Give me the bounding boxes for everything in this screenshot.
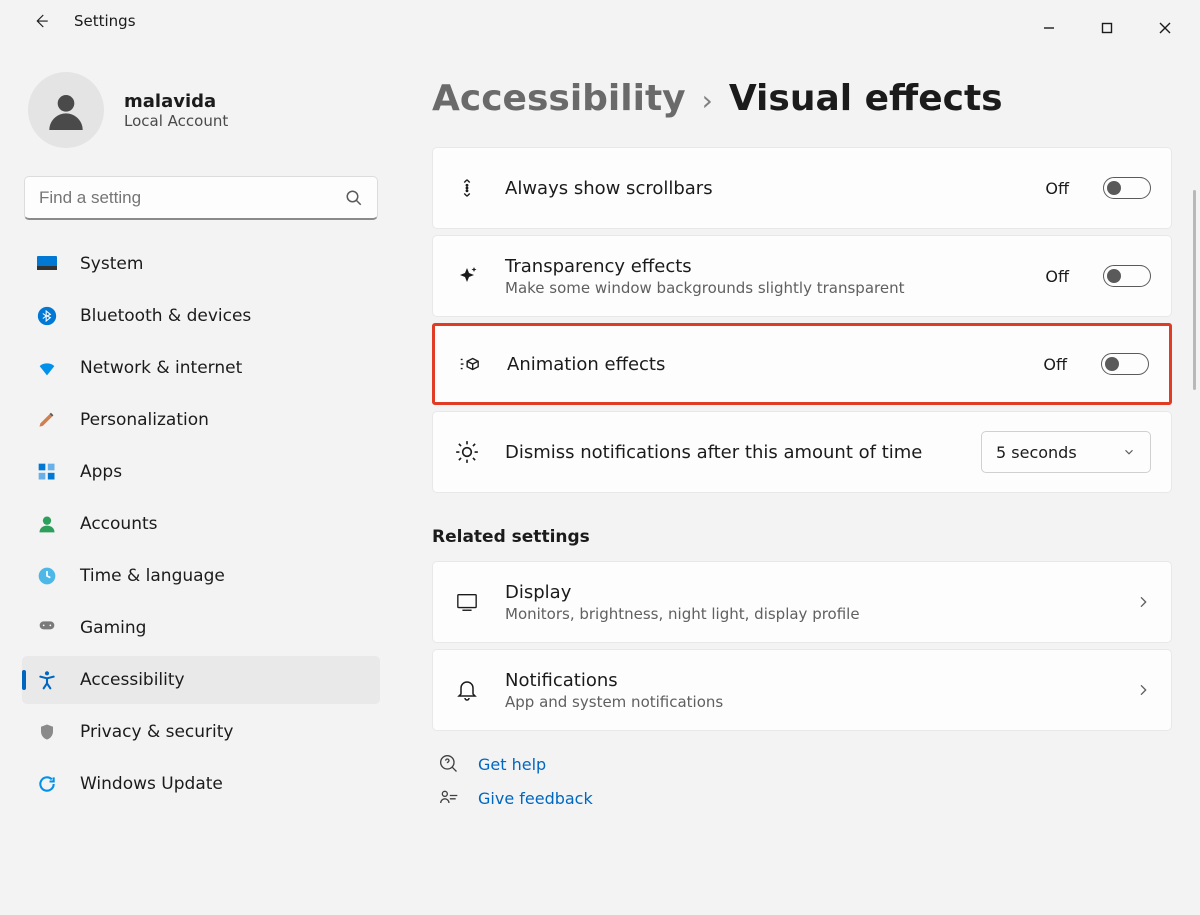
footer-links: Get help Give feedback	[432, 753, 1172, 809]
chevron-down-icon	[1122, 445, 1136, 459]
animation-icon	[455, 350, 483, 378]
system-icon	[36, 253, 58, 275]
nav-item-label: Network & internet	[80, 358, 242, 378]
related-settings-heading: Related settings	[432, 527, 1172, 547]
setting-animation-title: Animation effects	[507, 354, 1019, 375]
nav-item-privacy[interactable]: Privacy & security	[22, 708, 380, 756]
nav-item-gaming[interactable]: Gaming	[22, 604, 380, 652]
nav-item-label: System	[80, 254, 143, 274]
nav-item-label: Personalization	[80, 410, 209, 430]
related-display-title: Display	[505, 582, 1111, 603]
update-icon	[36, 773, 58, 795]
nav-item-label: Accounts	[80, 514, 158, 534]
scrollbar[interactable]	[1193, 190, 1196, 390]
help-icon	[438, 753, 460, 775]
related-notifications-sub: App and system notifications	[505, 693, 1111, 711]
notification-duration-dropdown[interactable]: 5 seconds	[981, 431, 1151, 473]
clock-globe-icon	[36, 565, 58, 587]
nav-item-label: Gaming	[80, 618, 146, 638]
related-notifications[interactable]: Notifications App and system notificatio…	[432, 649, 1172, 731]
nav-item-accounts[interactable]: Accounts	[22, 500, 380, 548]
search-input[interactable]	[39, 188, 345, 208]
get-help-link[interactable]: Get help	[438, 753, 1172, 775]
apps-icon	[36, 461, 58, 483]
nav-item-label: Time & language	[80, 566, 225, 586]
related-display-sub: Monitors, brightness, night light, displ…	[505, 605, 1111, 623]
account-name: malavida	[124, 91, 228, 112]
nav-item-label: Accessibility	[80, 670, 185, 690]
sparkle-icon	[453, 262, 481, 290]
get-help-label: Get help	[478, 755, 546, 774]
paintbrush-icon	[36, 409, 58, 431]
setting-transparency-title: Transparency effects	[505, 256, 1021, 277]
person-icon	[36, 513, 58, 535]
setting-transparency-state: Off	[1045, 267, 1069, 286]
sun-icon	[453, 438, 481, 466]
give-feedback-label: Give feedback	[478, 789, 593, 808]
search-icon	[345, 189, 363, 207]
nav-item-system[interactable]: System	[22, 240, 380, 288]
setting-transparency-sub: Make some window backgrounds slightly tr…	[505, 279, 1021, 297]
wifi-icon	[36, 357, 58, 379]
shield-icon	[36, 721, 58, 743]
setting-animation: Animation effects Off	[432, 323, 1172, 405]
sidebar: malavida Local Account System Bluetooth …	[0, 50, 400, 915]
bluetooth-icon	[36, 305, 58, 327]
chevron-right-icon	[1135, 594, 1151, 610]
nav-item-label: Windows Update	[80, 774, 223, 794]
maximize-button[interactable]	[1078, 8, 1136, 48]
breadcrumb-current: Visual effects	[729, 78, 1003, 119]
nav-item-apps[interactable]: Apps	[22, 448, 380, 496]
nav-item-network[interactable]: Network & internet	[22, 344, 380, 392]
nav-item-personalization[interactable]: Personalization	[22, 396, 380, 444]
nav-item-accessibility[interactable]: Accessibility	[22, 656, 380, 704]
nav-item-label: Apps	[80, 462, 122, 482]
nav-item-time[interactable]: Time & language	[22, 552, 380, 600]
display-icon	[453, 588, 481, 616]
setting-animation-state: Off	[1043, 355, 1067, 374]
setting-animation-toggle[interactable]	[1101, 353, 1149, 375]
give-feedback-link[interactable]: Give feedback	[438, 787, 1172, 809]
setting-transparency-toggle[interactable]	[1103, 265, 1151, 287]
setting-scrollbars-state: Off	[1045, 179, 1069, 198]
chevron-right-icon	[1135, 682, 1151, 698]
feedback-icon	[438, 787, 460, 809]
setting-scrollbars-toggle[interactable]	[1103, 177, 1151, 199]
gamepad-icon	[36, 617, 58, 639]
avatar	[28, 72, 104, 148]
breadcrumb: Accessibility › Visual effects	[432, 78, 1172, 119]
search-box[interactable]	[24, 176, 378, 220]
chevron-right-icon: ›	[702, 87, 713, 115]
account-type: Local Account	[124, 112, 228, 130]
setting-notification-duration-title: Dismiss notifications after this amount …	[505, 442, 957, 463]
nav-list: System Bluetooth & devices Network & int…	[22, 240, 380, 808]
setting-scrollbars: Always show scrollbars Off	[432, 147, 1172, 229]
nav-item-label: Privacy & security	[80, 722, 234, 742]
setting-transparency: Transparency effects Make some window ba…	[432, 235, 1172, 317]
close-button[interactable]	[1136, 8, 1194, 48]
breadcrumb-parent[interactable]: Accessibility	[432, 78, 686, 119]
related-display[interactable]: Display Monitors, brightness, night ligh…	[432, 561, 1172, 643]
minimize-button[interactable]	[1020, 8, 1078, 48]
related-notifications-title: Notifications	[505, 670, 1111, 691]
app-title: Settings	[74, 12, 136, 30]
back-button[interactable]	[28, 8, 54, 34]
nav-item-update[interactable]: Windows Update	[22, 760, 380, 808]
setting-scrollbars-title: Always show scrollbars	[505, 178, 1021, 199]
dropdown-value: 5 seconds	[996, 443, 1077, 462]
nav-item-label: Bluetooth & devices	[80, 306, 251, 326]
scrollbar-icon	[453, 174, 481, 202]
account-block[interactable]: malavida Local Account	[22, 72, 380, 166]
accessibility-icon	[36, 669, 58, 691]
content-area: Accessibility › Visual effects Always sh…	[400, 50, 1200, 915]
nav-item-bluetooth[interactable]: Bluetooth & devices	[22, 292, 380, 340]
window-controls	[1020, 8, 1200, 48]
setting-notification-duration: Dismiss notifications after this amount …	[432, 411, 1172, 493]
bell-icon	[453, 676, 481, 704]
titlebar: Settings	[0, 0, 1200, 50]
